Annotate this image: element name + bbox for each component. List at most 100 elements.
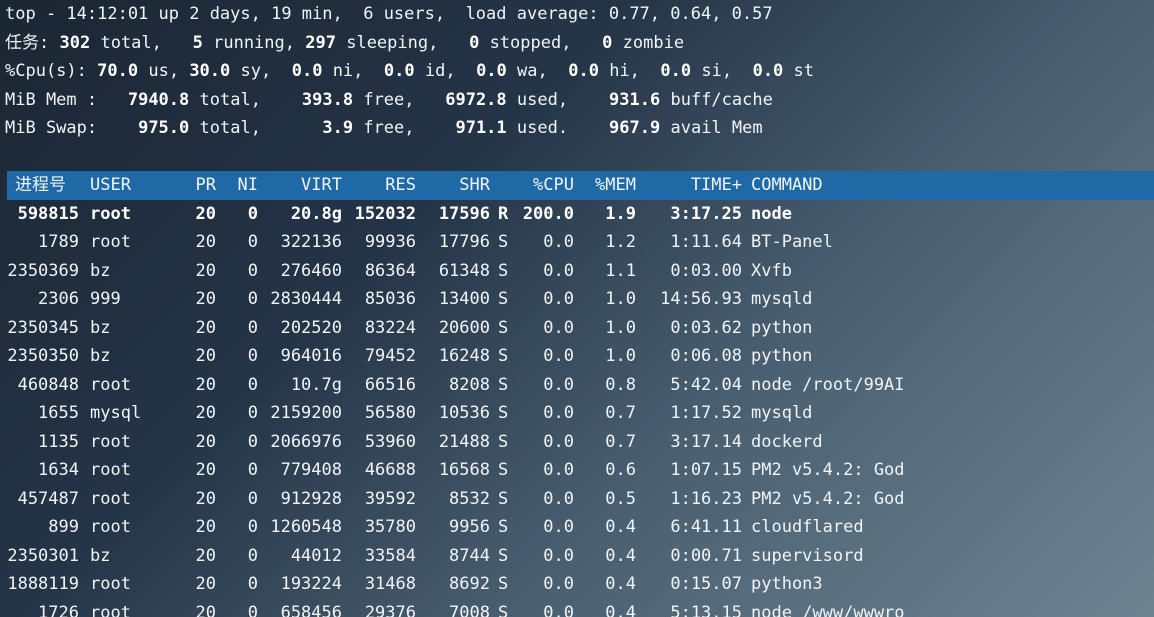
process-virt: 779408 [280, 460, 342, 480]
table-row[interactable]: 598815 root 20 0 20.8g 152032 17596 R 200.0 1.9 3:… [0, 200, 1154, 229]
process-pid: 460848 [17, 374, 79, 395]
process-res: 33584 [364, 545, 416, 566]
process-shr: 8208 [449, 374, 490, 395]
terminal-window[interactable]: top - 14:12:01 up 2 days, 19 min, 6 user… [0, 0, 1154, 617]
process-shr: 7008 [449, 602, 490, 617]
column-header-virt[interactable]: VIRT [262, 171, 342, 200]
swap-avail-label: avail Mem [670, 118, 763, 138]
mem-buff: 931.6 [609, 89, 661, 110]
process-state: S [498, 602, 509, 617]
process-cpu: 0.0 [543, 374, 574, 395]
process-time: 5:42.04 [670, 374, 742, 395]
process-priority: 20 [195, 460, 216, 480]
process-res: 66516 [364, 374, 416, 395]
table-row[interactable]: 2350345 bz 20 0 202520 83224 20600 S 0.0 1.0 0:03.… [0, 314, 1154, 343]
table-row[interactable]: 899 root 20 0 1260548 35780 9956 S 0.0 0.4 6:41.11… [0, 513, 1154, 542]
column-header-user[interactable]: USER [90, 171, 190, 200]
process-state: S [498, 317, 509, 338]
process-priority: 20 [195, 545, 216, 566]
process-priority: 20 [195, 289, 216, 309]
process-priority: 20 [195, 317, 216, 338]
column-header-command[interactable]: COMMAND [751, 171, 1151, 200]
tasks-line: 任务: 302 total, 5 running, 297 sleeping, … [0, 29, 1154, 58]
table-row[interactable]: 1726 root 20 0 658456 29376 7008 S 0.0 0.4 5:13.15… [0, 599, 1154, 617]
process-res: 31468 [364, 574, 416, 594]
process-nice: 0 [247, 203, 258, 224]
cpu-st-label: st [793, 61, 815, 81]
process-shr: 61348 [438, 260, 490, 281]
process-cpu: 0.0 [543, 289, 574, 309]
process-cpu: 0.0 [543, 460, 574, 480]
tasks-total: 302 [59, 32, 91, 53]
process-pid: 1789 [38, 232, 79, 252]
process-virt: 912928 [280, 488, 342, 509]
process-user: root [90, 374, 131, 395]
process-virt: 2066976 [270, 431, 342, 452]
process-state: S [498, 517, 509, 537]
process-time: 0:03.62 [670, 317, 742, 338]
swap-free: 3.9 [322, 118, 354, 138]
column-header-ni[interactable]: NI [230, 171, 258, 200]
column-header-res[interactable]: RES [344, 171, 416, 200]
process-res: 46688 [364, 460, 416, 480]
process-time: 0:03.00 [670, 260, 742, 281]
mem-free-label: free, [363, 89, 415, 110]
process-state: S [498, 431, 509, 452]
table-row[interactable]: 457487 root 20 0 912928 39592 8532 S 0.0 0.5 1:16.… [0, 485, 1154, 514]
process-user: bz [90, 346, 111, 366]
column-header-cpu[interactable]: %CPU [514, 171, 574, 200]
table-row[interactable]: 1789 root 20 0 322136 99936 17796 S 0.0 1.2 1:11.6… [0, 228, 1154, 257]
table-row[interactable]: 2350350 bz 20 0 964016 79452 16248 S 0.0 1.0 0:06.… [0, 342, 1154, 371]
process-cpu: 200.0 [522, 203, 574, 224]
process-nice: 0 [247, 431, 258, 452]
process-mem: 0.5 [605, 488, 636, 509]
table-row[interactable]: 1135 root 20 0 2066976 53960 21488 S 0.0 0.7 3:17.… [0, 428, 1154, 457]
process-mem: 1.1 [605, 260, 636, 281]
column-header-pr[interactable]: PR [184, 171, 216, 200]
mem-used-label: used, [516, 89, 569, 110]
table-row[interactable]: 2350369 bz 20 0 276460 86364 61348 S 0.0 1.1 0:03.… [0, 257, 1154, 286]
swap-free-label: free, [363, 118, 415, 138]
tasks-zombie-label: zombie [622, 32, 685, 53]
table-row[interactable]: 2350301 bz 20 0 44012 33584 8744 S 0.0 0.4 0:00.71… [0, 542, 1154, 571]
process-nice: 0 [247, 488, 258, 509]
process-shr: 13400 [438, 289, 490, 309]
process-command: dockerd [751, 431, 823, 452]
process-command: cloudflared [751, 517, 864, 537]
process-shr: 17796 [438, 232, 490, 252]
process-shr: 10536 [438, 403, 490, 423]
process-mem: 0.7 [605, 431, 636, 452]
process-pid: 899 [48, 517, 79, 537]
process-priority: 20 [195, 346, 216, 366]
process-mem: 1.9 [605, 203, 636, 224]
table-row[interactable]: 1655 mysql 20 0 2159200 56580 10536 S 0.0 0.7 1:17… [0, 399, 1154, 428]
table-row[interactable]: 2306 999 20 0 2830444 85036 13400 S 0.0 1.0 14:56.… [0, 285, 1154, 314]
table-row[interactable]: 460848 root 20 0 10.7g 66516 8208 S 0.0 0.8 5:42.0… [0, 371, 1154, 400]
process-table-body: 598815 root 20 0 20.8g 152032 17596 R 200.0 1.9 3:… [0, 200, 1154, 617]
table-row[interactable]: 1634 root 20 0 779408 46688 16568 S 0.0 0.6 1:07.1… [0, 456, 1154, 485]
cpu-line: %Cpu(s): 70.0 us, 30.0 sy, 0.0 ni, 0.0 i… [0, 57, 1154, 86]
process-state: S [498, 289, 509, 309]
column-header-pid[interactable]: 进程号 [15, 171, 86, 200]
process-pid: 598815 [17, 203, 79, 224]
process-virt: 10.7g [290, 374, 342, 395]
process-virt: 2830444 [270, 289, 342, 309]
tasks-running-label: running, [213, 32, 295, 53]
process-cpu: 0.0 [543, 346, 574, 366]
process-shr: 21488 [438, 431, 490, 452]
process-time: 3:17.14 [670, 431, 742, 452]
process-cpu: 0.0 [543, 317, 574, 338]
swap-total-label: total, [199, 118, 261, 138]
process-command: mysqld [751, 403, 813, 423]
process-user: bz [90, 545, 111, 566]
process-nice: 0 [247, 602, 258, 617]
column-header-time[interactable]: TIME+ [640, 171, 742, 200]
process-table-header[interactable]: 进程号 USER PR NI VIRT RES SHR %CPU %MEM TI… [7, 171, 1154, 200]
process-virt: 202520 [280, 317, 342, 338]
process-mem: 0.6 [605, 460, 636, 480]
swap-label: MiB Swap: [5, 118, 98, 138]
column-header-shr[interactable]: SHR [418, 171, 490, 200]
column-header-mem[interactable]: %MEM [580, 171, 636, 200]
process-pid: 2350301 [7, 545, 79, 566]
table-row[interactable]: 1888119 root 20 0 193224 31468 8692 S 0.0 0.4 0:15… [0, 570, 1154, 599]
